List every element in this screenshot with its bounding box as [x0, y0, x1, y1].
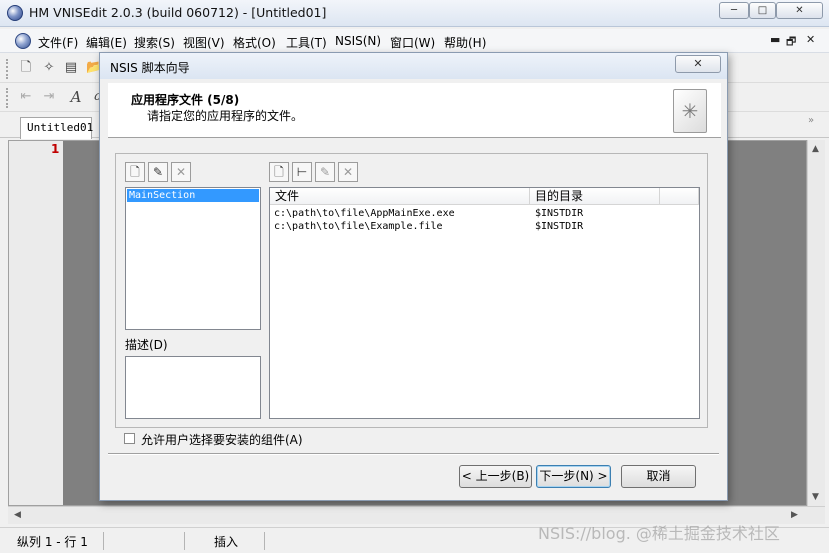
destination-cell: $INSTDIR — [535, 221, 584, 232]
menu-format[interactable]: 格式(O) — [233, 34, 276, 51]
wizard-dialog: NSIS 脚本向导 ✕ 应用程序文件 (5/8) 请指定您的应用程序的文件。 ✳… — [99, 52, 728, 501]
destination-cell: $INSTDIR — [535, 208, 584, 219]
wizard-header: 应用程序文件 (5/8) 请指定您的应用程序的文件。 ✳ — [108, 83, 721, 138]
table-row[interactable]: c:\path\to\file\Example.file $INSTDIR — [270, 220, 699, 233]
edit-file-icon: ✎ — [319, 165, 331, 179]
allow-select-components-label[interactable]: 允许用户选择要安装的组件(A) — [141, 431, 303, 448]
wizard-graphic-icon: ✳ — [673, 89, 707, 133]
watermark: NSIS://blog. @稀土掘金技术社区 — [538, 524, 780, 543]
menu-search[interactable]: 搜索(S) — [134, 34, 175, 51]
dialog-close-button[interactable]: ✕ — [675, 55, 721, 73]
menu-bar: 文件(F) 编辑(E) 搜索(S) 视图(V) 格式(O) 工具(T) NSIS… — [0, 29, 829, 53]
delete-icon: ✕ — [175, 165, 187, 179]
menu-window[interactable]: 窗口(W) — [390, 34, 435, 51]
close-button[interactable]: ✕ — [776, 2, 823, 19]
new-section-button[interactable]: 🗋 — [125, 162, 145, 182]
toolbar-grip[interactable] — [6, 88, 10, 108]
document-system-icon[interactable] — [15, 33, 31, 49]
back-button[interactable]: < 上一步(B) — [459, 465, 532, 488]
menu-tools[interactable]: 工具(T) — [286, 34, 327, 51]
status-divider — [103, 532, 104, 550]
new-file-icon: 🗋 — [274, 165, 284, 179]
dialog-title: NSIS 脚本向导 — [110, 61, 190, 75]
line-number-gutter: 1 — [9, 141, 63, 505]
allow-select-components-checkbox[interactable] — [124, 433, 135, 444]
edit-file-button[interactable]: ✎ — [315, 162, 335, 182]
add-file-button[interactable]: 🗋 — [269, 162, 289, 182]
template-icon[interactable]: ▤ — [63, 60, 79, 76]
delete-file-button[interactable]: ✕ — [338, 162, 358, 182]
mdi-close-button[interactable]: ✕ — [806, 33, 815, 46]
files-group: 🗋 ✎ ✕ MainSection 描述(D) 🗋 ⊢ ✎ ✕ 文件 目的目录 — [115, 153, 708, 428]
description-field[interactable] — [125, 356, 261, 419]
list-item[interactable]: MainSection — [127, 189, 259, 202]
menu-help[interactable]: 帮助(H) — [444, 34, 486, 51]
sections-list[interactable]: MainSection — [125, 187, 261, 330]
toolbar-grip[interactable] — [6, 59, 10, 79]
cancel-button[interactable]: 取消 — [621, 465, 696, 488]
indent-icon[interactable]: ⇥ — [41, 89, 57, 105]
tree-icon: ⊢ — [296, 165, 308, 179]
wizard-icon[interactable]: ✧ — [41, 60, 57, 76]
maximize-button[interactable]: □ — [749, 2, 776, 19]
status-divider — [264, 532, 265, 550]
edit-section-button[interactable]: ✎ — [148, 162, 168, 182]
new-file-icon[interactable]: 🗋 — [18, 60, 34, 76]
button-divider — [108, 453, 719, 455]
status-divider — [184, 532, 185, 550]
scroll-down-icon[interactable]: ▼ — [812, 492, 819, 502]
column-header-filler — [660, 188, 699, 205]
column-header-file[interactable]: 文件 — [270, 188, 530, 205]
menu-view[interactable]: 视图(V) — [183, 34, 225, 51]
vertical-scrollbar[interactable]: ▲ ▼ — [807, 140, 825, 506]
window-title: HM VNISEdit 2.0.3 (build 060712) - [Unti… — [29, 5, 327, 20]
app-logo-icon — [7, 5, 23, 21]
file-path-cell: c:\path\to\file\Example.file — [274, 221, 443, 232]
wizard-step-subtitle: 请指定您的应用程序的文件。 — [147, 109, 304, 123]
status-mode: 插入 — [214, 535, 239, 549]
menu-file[interactable]: 文件(F) — [38, 34, 78, 51]
column-header-destination[interactable]: 目的目录 — [530, 188, 660, 205]
delete-icon: ✕ — [342, 165, 354, 179]
menu-nsis[interactable]: NSIS(N) — [335, 34, 381, 48]
scroll-right-icon[interactable]: ▶ — [791, 510, 798, 520]
outdent-icon[interactable]: ⇤ — [18, 89, 34, 105]
dialog-titlebar: NSIS 脚本向导 ✕ — [100, 53, 727, 79]
status-position: 纵列 1 - 行 1 — [17, 535, 88, 549]
menu-edit[interactable]: 编辑(E) — [86, 34, 127, 51]
table-row[interactable]: c:\path\to\file\AppMainExe.exe $INSTDIR — [270, 207, 699, 220]
add-directory-button[interactable]: ⊢ — [292, 162, 312, 182]
window-titlebar: HM VNISEdit 2.0.3 (build 060712) - [Unti… — [0, 0, 829, 27]
new-file-icon: 🗋 — [130, 165, 140, 179]
tab-untitled01[interactable]: Untitled01 — [20, 117, 93, 139]
edit-file-icon: ✎ — [152, 165, 164, 179]
tab-scroll-icon[interactable]: » — [808, 115, 814, 126]
mdi-restore-button[interactable]: 🗗 — [786, 33, 796, 52]
mdi-minimize-button[interactable]: ▬ — [770, 33, 780, 46]
scroll-up-icon[interactable]: ▲ — [812, 144, 819, 154]
wizard-step-title: 应用程序文件 (5/8) — [131, 93, 240, 107]
file-path-cell: c:\path\to\file\AppMainExe.exe — [274, 208, 455, 219]
minimize-button[interactable]: ─ — [719, 2, 749, 19]
delete-section-button[interactable]: ✕ — [171, 162, 191, 182]
description-label: 描述(D) — [125, 338, 168, 352]
files-table[interactable]: 文件 目的目录 c:\path\to\file\AppMainExe.exe $… — [269, 187, 700, 419]
line-number: 1 — [51, 142, 60, 156]
font-icon[interactable]: A — [68, 89, 84, 105]
next-button[interactable]: 下一步(N) > — [536, 465, 611, 488]
scroll-left-icon[interactable]: ◀ — [14, 510, 21, 520]
